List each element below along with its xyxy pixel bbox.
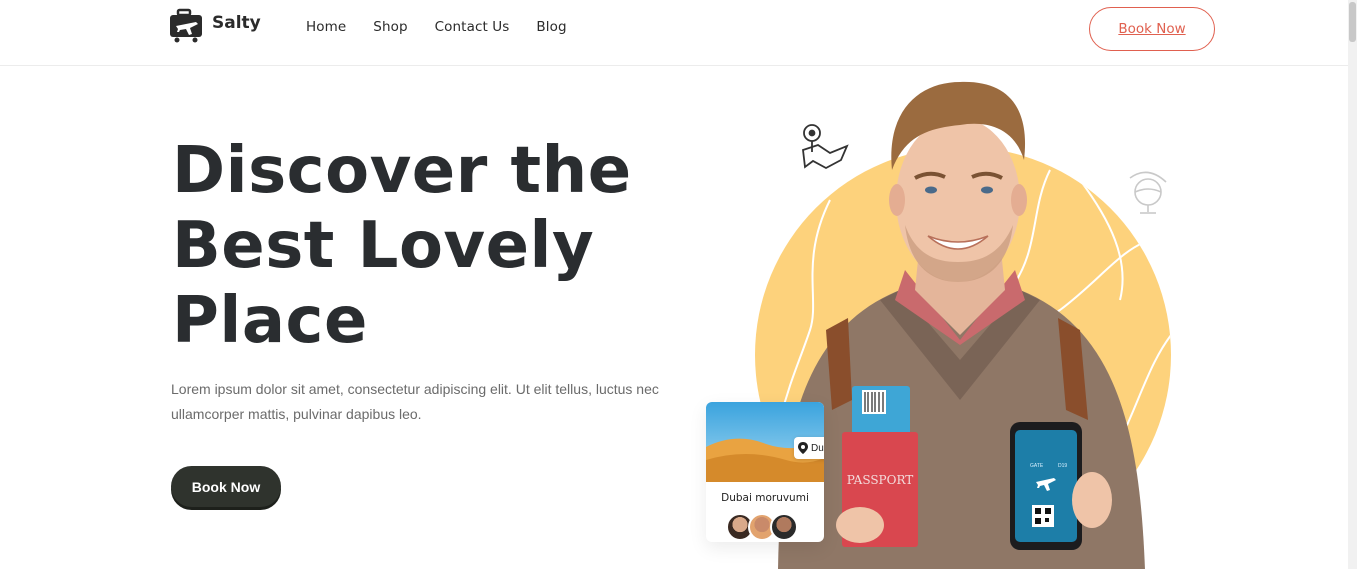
page-scrollbar[interactable] <box>1348 0 1357 569</box>
phone-gate-label: GATE <box>1030 463 1044 469</box>
hero-description: Lorem ipsum dolor sit amet, consectetur … <box>171 381 659 422</box>
scrollbar-thumb[interactable] <box>1349 2 1356 42</box>
header-book-now-button[interactable]: Book Now <box>1089 7 1215 51</box>
hero-book-now-button[interactable]: Book Now <box>171 466 281 507</box>
globe-icon <box>1129 171 1167 214</box>
nav-shop[interactable]: Shop <box>373 19 407 35</box>
map-pin-icon <box>802 124 849 170</box>
nav-contact-us[interactable]: Contact Us <box>435 19 510 35</box>
site-header: Salty Home Shop Contact Us Blog Book Now <box>0 0 1348 66</box>
main-nav: Home Shop Contact Us Blog <box>306 19 567 35</box>
phone-gate-value: D19 <box>1058 463 1067 469</box>
logo-text: Salty <box>212 13 261 33</box>
avatar <box>770 513 798 541</box>
avatar-group <box>726 513 798 541</box>
location-tag: Dubai <box>794 437 824 459</box>
suitcase-plane-icon <box>170 8 202 43</box>
hero-title-line-2: Best Lovely <box>172 209 595 283</box>
location-tag-label: Dubai <box>811 442 824 454</box>
logo[interactable]: Salty <box>168 8 261 44</box>
destination-card[interactable]: Dubai Dubai moruvumi <box>706 402 824 542</box>
hero-title: Discover the Best Lovely Place <box>172 134 632 359</box>
nav-home[interactable]: Home <box>306 19 346 35</box>
hero-title-line-3: Place <box>172 284 368 358</box>
location-pin-icon <box>798 442 808 454</box>
nav-blog[interactable]: Blog <box>536 19 566 35</box>
card-title: Dubai moruvumi <box>721 492 809 504</box>
hero-title-line-1: Discover the <box>172 134 632 208</box>
passport-text: PASSPORT <box>847 473 914 487</box>
